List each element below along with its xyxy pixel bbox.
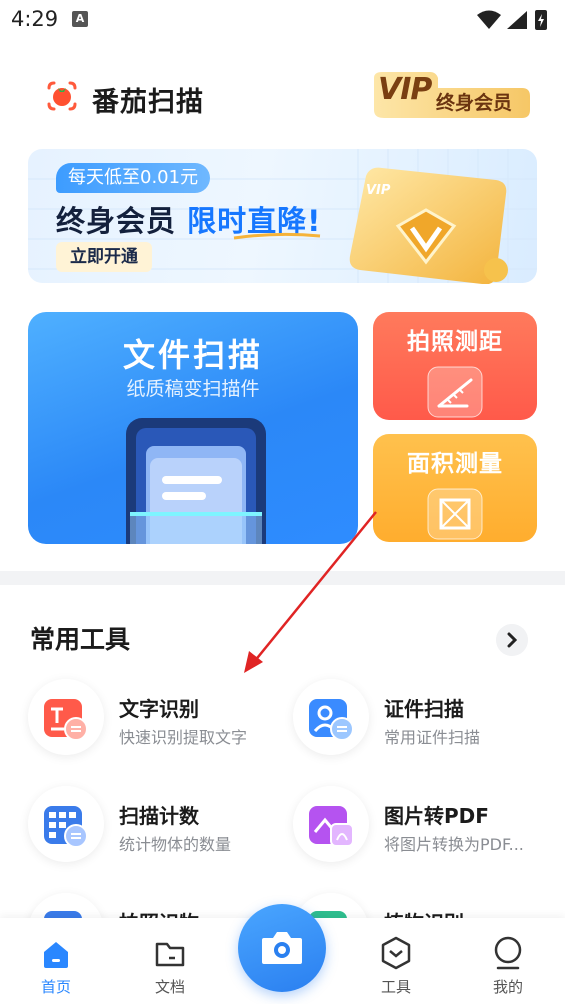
file-scan-title: 文件扫描 xyxy=(122,336,263,374)
camera-icon xyxy=(262,932,302,964)
tool-scan-counting[interactable]: 扫描计数 统计物体的数量 xyxy=(28,786,288,872)
tool-desc: 将图片转换为PDF... xyxy=(384,835,524,854)
banner-price-tag: 每天低至0.01元 xyxy=(56,163,211,193)
nav-label: 首页 xyxy=(40,978,71,996)
counting-icon xyxy=(28,786,104,862)
scanner-illustration xyxy=(126,418,266,544)
chevron-right-icon[interactable] xyxy=(496,624,528,656)
file-scan-subtitle: 纸质稿变扫描件 xyxy=(126,378,260,400)
vip-card-text: VIP xyxy=(366,183,391,198)
vip-text: VIP xyxy=(378,72,432,107)
status-icons xyxy=(477,10,547,30)
activate-button[interactable]: 立即开通 xyxy=(56,242,152,272)
tools-icon xyxy=(381,936,411,970)
app-title: 番茄扫描 xyxy=(92,87,204,118)
app-screen: 4:29 A 番茄扫描 VIP 终身会员 每天低至0.01元 终身会员 限时直降… xyxy=(0,0,565,1004)
tool-desc: 统计物体的数量 xyxy=(119,835,232,854)
nav-label: 工具 xyxy=(380,978,411,996)
tomato-logo-icon xyxy=(47,81,77,111)
status-bar: 4:29 A xyxy=(0,0,565,40)
tool-name: 证件扫描 xyxy=(384,697,464,721)
tool-id-scan[interactable]: 证件扫描 常用证件扫描 xyxy=(293,679,553,765)
ruler-icon xyxy=(427,366,483,418)
tool-name: 图片转PDF xyxy=(384,804,489,828)
image-to-pdf-icon xyxy=(293,786,369,862)
tool-image-to-pdf[interactable]: 图片转PDF 将图片转换为PDF... xyxy=(293,786,553,872)
text-recognition-icon xyxy=(28,679,104,755)
tool-name: 文字识别 xyxy=(119,697,199,721)
tool-desc: 快速识别提取文字 xyxy=(119,728,248,747)
nav-home[interactable]: 首页 xyxy=(16,918,96,1004)
nav-tools[interactable]: 工具 xyxy=(356,918,436,1004)
tool-text-recognition[interactable]: 文字识别 快速识别提取文字 xyxy=(28,679,288,765)
signal-icon xyxy=(507,11,527,29)
home-icon xyxy=(44,942,68,968)
area-icon xyxy=(427,488,483,540)
notification-icon: A xyxy=(72,11,88,27)
vip-card-illustration: VIP xyxy=(349,167,508,284)
banner-underline xyxy=(233,232,321,240)
vip-label: 终身会员 xyxy=(436,92,513,114)
id-scan-icon xyxy=(293,679,369,755)
tool-desc: 常用证件扫描 xyxy=(384,728,481,747)
banner-title-main: 终身会员 xyxy=(56,204,177,238)
area-measure-title: 面积测量 xyxy=(407,451,503,477)
nav-label: 文档 xyxy=(154,978,185,996)
nav-profile[interactable]: 我的 xyxy=(468,918,548,1004)
wifi-icon xyxy=(477,10,501,29)
profile-icon xyxy=(494,936,522,970)
camera-button[interactable] xyxy=(238,904,326,992)
common-tools-title: 常用工具 xyxy=(30,625,131,654)
status-time: 4:29 xyxy=(11,7,59,31)
nav-documents[interactable]: 文档 xyxy=(130,918,210,1004)
section-divider xyxy=(0,571,565,585)
tool-name: 扫描计数 xyxy=(119,804,199,828)
nav-label: 我的 xyxy=(492,978,523,996)
photo-distance-title: 拍照测距 xyxy=(407,329,503,355)
folder-icon xyxy=(155,942,185,967)
